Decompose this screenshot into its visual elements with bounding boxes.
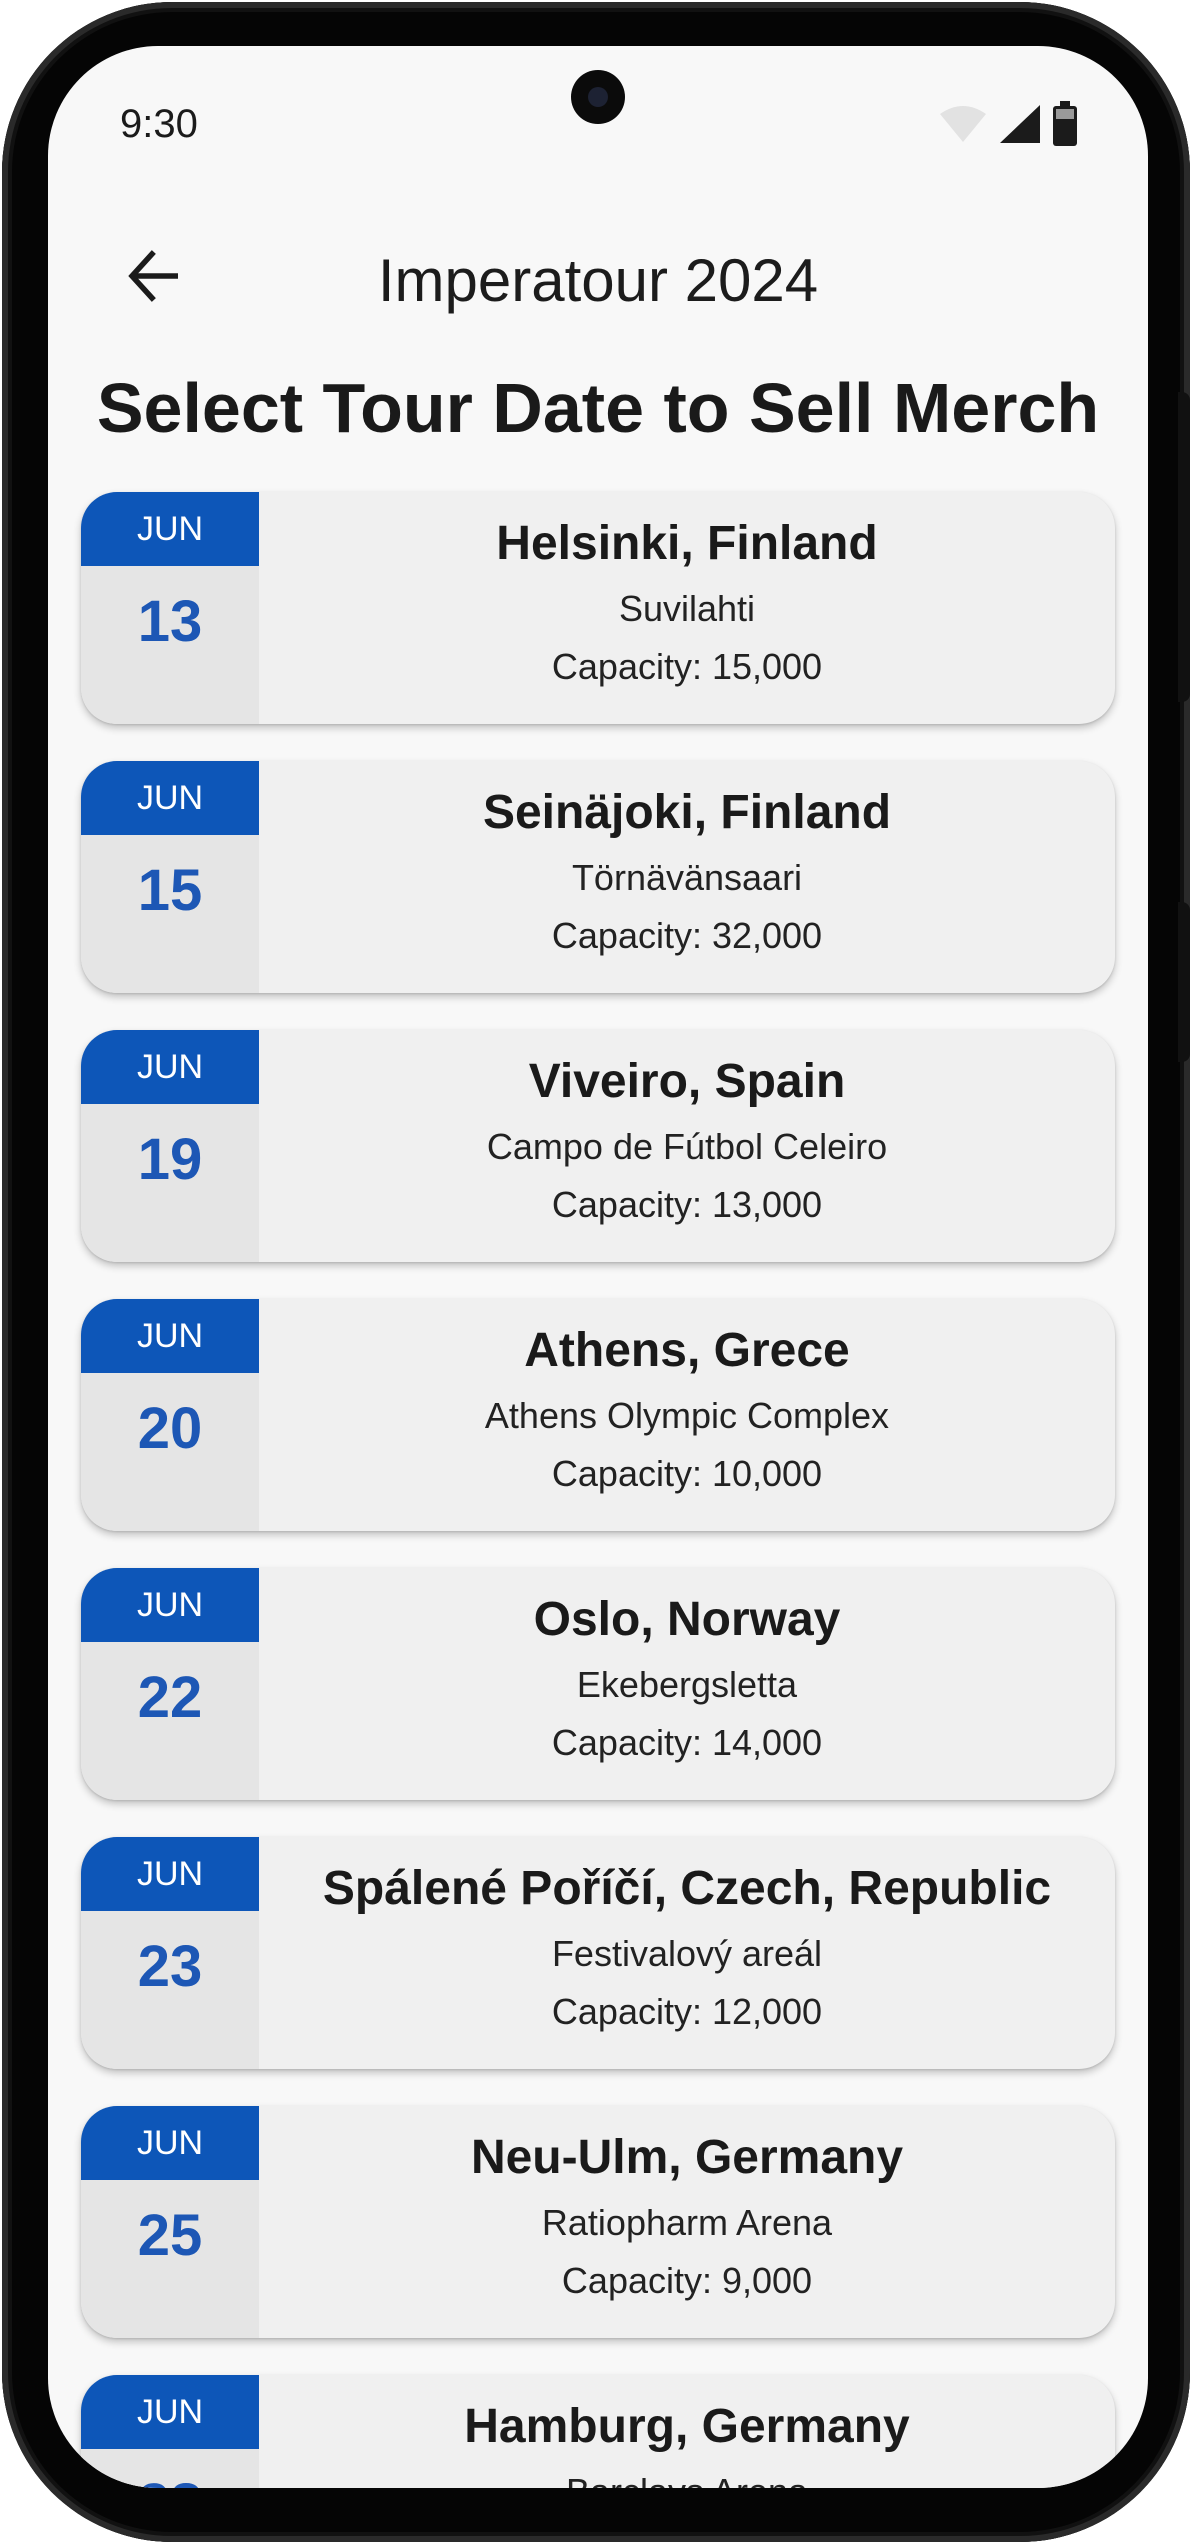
date-month: JUN: [81, 492, 259, 566]
date-badge: JUN 13: [81, 492, 259, 724]
city-name: Neu-Ulm, Germany: [470, 2131, 904, 2184]
city-name: Helsinki, Finland: [496, 517, 878, 570]
date-badge: JUN 20: [81, 1299, 259, 1531]
venue-capacity: Capacity: 9,000: [561, 2260, 813, 2301]
wifi-icon: [938, 104, 988, 149]
app-bar: Imperatour 2024: [48, 216, 1148, 336]
venue-name: Festivalový areál: [551, 1933, 823, 1974]
date-badge: JUN 23: [81, 1837, 259, 2069]
date-month: JUN: [81, 1568, 259, 1642]
tour-date-card[interactable]: JUN 28 Hamburg, Germany Barclays Arena: [81, 2375, 1115, 2488]
date-month: JUN: [81, 2106, 259, 2180]
venue-name: Campo de Fútbol Celeiro: [486, 1126, 888, 1167]
date-day: 23: [137, 1933, 203, 1999]
date-day: 28: [81, 2449, 259, 2489]
status-time: 9:30: [120, 102, 198, 146]
date-day: 15: [137, 857, 203, 923]
tour-date-info: Neu-Ulm, Germany Ratiopharm Arena Capaci…: [259, 2106, 1115, 2338]
date-badge: JUN 28: [81, 2375, 259, 2488]
venue-name: Ratiopharm Arena: [541, 2202, 833, 2243]
date-month: JUN: [81, 1837, 259, 1911]
tour-date-card[interactable]: JUN 25 Neu-Ulm, Germany Ratiopharm Arena…: [81, 2106, 1115, 2338]
app-title: Imperatour 2024: [377, 247, 819, 314]
date-day: 25: [137, 2202, 203, 2268]
tour-date-info: Spálené Poříčí, Czech, Republic Festival…: [259, 1837, 1115, 2069]
date-day: 22: [137, 1664, 203, 1730]
tour-date-info: Helsinki, Finland Suvilahti Capacity: 15…: [259, 492, 1115, 724]
venue-capacity: Capacity: 15,000: [551, 646, 823, 687]
date-badge: JUN 15: [81, 761, 259, 993]
venue-name: Athens Olympic Complex: [484, 1395, 890, 1436]
front-camera: [571, 70, 625, 124]
tour-date-card[interactable]: JUN 20 Athens, Grece Athens Olympic Comp…: [81, 1299, 1115, 1531]
date-month: JUN: [81, 1299, 259, 1373]
screen: 9:30 Imperatour 2024 Select Tour Date to…: [48, 46, 1148, 2488]
date-month: JUN: [81, 1030, 259, 1104]
status-icons: [938, 100, 1078, 150]
tour-date-card[interactable]: JUN 23 Spálené Poříčí, Czech, Republic F…: [81, 1837, 1115, 2069]
date-badge: JUN 25: [81, 2106, 259, 2338]
venue-capacity: Capacity: 13,000: [551, 1184, 823, 1225]
date-badge: JUN 19: [81, 1030, 259, 1262]
tour-date-info: Viveiro, Spain Campo de Fútbol Celeiro C…: [259, 1030, 1115, 1262]
venue-name: Suvilahti: [618, 588, 756, 629]
phone-frame: 9:30 Imperatour 2024 Select Tour Date to…: [2, 2, 1190, 2542]
tour-date-info: Athens, Grece Athens Olympic Complex Cap…: [259, 1299, 1115, 1531]
date-day: 13: [137, 588, 203, 654]
tour-date-card[interactable]: JUN 13 Helsinki, Finland Suvilahti Capac…: [81, 492, 1115, 724]
date-day: 19: [137, 1126, 203, 1192]
tour-date-list: JUN 13 Helsinki, Finland Suvilahti Capac…: [81, 492, 1115, 2488]
venue-capacity: Capacity: 12,000: [551, 1991, 823, 2032]
city-name: Seinäjoki, Finland: [482, 786, 892, 839]
city-name: Spálené Poříčí, Czech, Republic: [322, 1862, 1052, 1915]
tour-date-info: Seinäjoki, Finland Törnävänsaari Capacit…: [259, 761, 1115, 993]
city-name: Hamburg, Germany: [464, 2400, 910, 2453]
venue-name: Ekebergsletta: [576, 1664, 798, 1705]
tour-date-card[interactable]: JUN 15 Seinäjoki, Finland Törnävänsaari …: [81, 761, 1115, 993]
page-heading: Select Tour Date to Sell Merch: [96, 369, 1100, 447]
tour-date-info: Oslo, Norway Ekebergsletta Capacity: 14,…: [259, 1568, 1115, 1800]
venue-capacity: Capacity: 10,000: [551, 1453, 823, 1494]
tour-date-card[interactable]: JUN 22 Oslo, Norway Ekebergsletta Capaci…: [81, 1568, 1115, 1800]
city-name: Oslo, Norway: [533, 1593, 841, 1646]
signal-icon: [998, 103, 1042, 150]
tour-date-card[interactable]: JUN 19 Viveiro, Spain Campo de Fútbol Ce…: [81, 1030, 1115, 1262]
date-badge: JUN 22: [81, 1568, 259, 1800]
date-day: 20: [137, 1395, 203, 1461]
city-name: Athens, Grece: [524, 1324, 850, 1377]
volume-button: [1178, 902, 1190, 1062]
venue-capacity: Capacity: 14,000: [551, 1722, 823, 1763]
tour-date-info: Hamburg, Germany Barclays Arena: [259, 2375, 1115, 2488]
power-button: [1178, 392, 1190, 702]
date-month: JUN: [81, 761, 259, 835]
venue-capacity: Capacity: 32,000: [551, 915, 823, 956]
battery-icon: [1052, 100, 1078, 152]
date-month: JUN: [81, 2375, 259, 2449]
venue-name: Törnävänsaari: [571, 857, 803, 898]
status-bar: 9:30: [48, 46, 1148, 196]
city-name: Viveiro, Spain: [528, 1055, 846, 1108]
venue-name: Barclays Arena: [259, 2471, 1115, 2488]
